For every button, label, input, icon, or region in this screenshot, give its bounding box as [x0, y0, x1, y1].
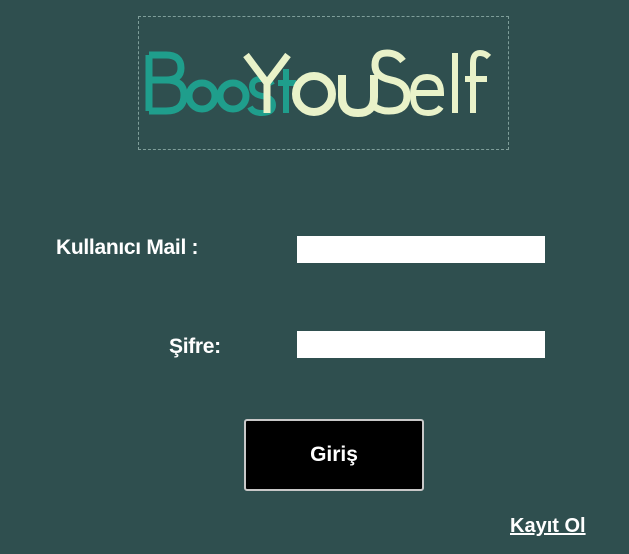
- logo-letter-o: [292, 72, 336, 116]
- login-button[interactable]: Giriş: [244, 419, 424, 491]
- boostyouself-logo: [145, 49, 492, 118]
- logo-letter-b: [145, 51, 188, 115]
- password-label: Şifre:: [169, 335, 221, 358]
- logo-letter-u: [338, 75, 378, 118]
- mail-input[interactable]: [297, 236, 545, 263]
- logo-letter-f: [465, 49, 492, 113]
- logo-letter-e: [409, 73, 445, 117]
- mail-label: Kullanıcı Mail :: [56, 236, 199, 259]
- logo-letter-o: [185, 79, 219, 113]
- logo-letter-o: [216, 79, 250, 113]
- register-link[interactable]: Kayıt Ol: [510, 515, 586, 538]
- password-input[interactable]: [297, 331, 545, 358]
- logo: [138, 16, 509, 150]
